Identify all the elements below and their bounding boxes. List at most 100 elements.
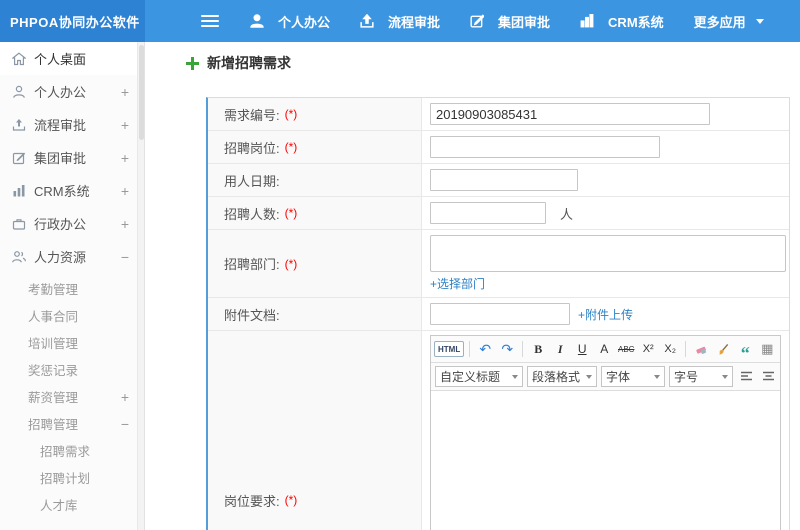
- align-left-icon[interactable]: [736, 367, 756, 387]
- attachment-input[interactable]: [430, 303, 570, 325]
- department-textarea[interactable]: [430, 235, 786, 272]
- editor-toolbar-row2: 自定义标题 段落格式 字体 字号: [431, 363, 780, 391]
- sidebar-item-salary[interactable]: 薪资管理 +: [0, 383, 144, 410]
- sidebar-item-label: 人力资源: [34, 250, 87, 265]
- workflow-upload-icon: [360, 14, 374, 28]
- sidebar-item-workflow-approval[interactable]: 流程审批 +: [0, 108, 144, 141]
- chevron-down-icon: [654, 374, 660, 379]
- subscript-button[interactable]: X₂: [660, 339, 680, 359]
- attachment-upload-link[interactable]: +附件上传: [578, 306, 633, 323]
- form-row-hire-date: 用人日期:: [208, 164, 789, 197]
- sidebar-item-talent-pool[interactable]: 人才库: [0, 491, 144, 518]
- nav-label: 流程审批: [388, 14, 441, 30]
- expand-toggle[interactable]: +: [121, 151, 129, 165]
- nav-more-apps[interactable]: 更多应用: [679, 0, 779, 42]
- expand-toggle[interactable]: +: [121, 184, 129, 198]
- page-title-text: 新增招聘需求: [207, 55, 291, 71]
- label-text: 需求编号:: [224, 107, 280, 123]
- nav-label: 个人办公: [278, 14, 331, 30]
- required-mark: (*): [284, 493, 298, 507]
- people-icon: [12, 250, 26, 264]
- bold-button[interactable]: B: [528, 339, 548, 359]
- expand-toggle[interactable]: +: [121, 390, 129, 404]
- edit-square-icon: [12, 151, 26, 165]
- source-code-button[interactable]: HTML: [434, 341, 465, 357]
- editor-toolbar-row1: HTML ↶ ↷ B I U A ABC X² X₂ “ ▦: [431, 336, 780, 363]
- position-input[interactable]: [430, 136, 660, 158]
- sidebar-item-attendance[interactable]: 考勤管理: [0, 275, 144, 302]
- sidebar-scrollbar[interactable]: [137, 42, 144, 530]
- sidebar-item-label: 奖惩记录: [28, 364, 79, 378]
- blockquote-icon[interactable]: “: [735, 339, 755, 362]
- sidebar-item-recruitment[interactable]: 招聘管理 −: [0, 410, 144, 437]
- font-style-button[interactable]: A: [594, 339, 614, 359]
- editor-content-area[interactable]: [431, 391, 780, 530]
- nav-crm-system[interactable]: CRM系统: [565, 0, 679, 42]
- sidebar-item-label: 人事合同: [28, 310, 79, 324]
- field-value: HTML ↶ ↷ B I U A ABC X² X₂ “ ▦ 自定义标题 段落格…: [422, 331, 789, 530]
- headcount-input[interactable]: [430, 202, 546, 224]
- dropdown-label: 字体: [606, 370, 631, 384]
- sidebar-item-human-resources[interactable]: 人力资源 −: [0, 240, 144, 273]
- sidebar-item-reward-punishment[interactable]: 奖惩记录: [0, 356, 144, 383]
- italic-button[interactable]: I: [550, 339, 570, 359]
- scrollbar-thumb[interactable]: [139, 45, 144, 140]
- align-center-icon[interactable]: [758, 367, 778, 387]
- rich-text-editor: HTML ↶ ↷ B I U A ABC X² X₂ “ ▦ 自定义标题 段落格…: [430, 335, 781, 530]
- nav-workflow-approval[interactable]: 流程审批: [345, 0, 455, 42]
- expand-toggle[interactable]: +: [121, 85, 129, 99]
- hire-date-input[interactable]: [430, 169, 578, 191]
- sidebar-item-recruitment-plan[interactable]: 招聘计划: [0, 464, 144, 491]
- font-size-dropdown[interactable]: 字号: [669, 366, 733, 387]
- demand-no-input[interactable]: [430, 103, 710, 125]
- undo-button[interactable]: ↶: [475, 339, 495, 359]
- field-value: [422, 98, 789, 130]
- person-icon: [12, 85, 26, 99]
- select-department-link[interactable]: +选择部门: [430, 275, 485, 292]
- nav-label: 更多应用: [693, 14, 746, 30]
- sidebar-item-label: 人才库: [40, 499, 78, 513]
- label-text: 招聘岗位:: [224, 140, 280, 156]
- hamburger-menu-icon[interactable]: [201, 12, 219, 30]
- remove-format-eraser-icon[interactable]: [691, 339, 711, 359]
- dropdown-label: 自定义标题: [440, 370, 501, 384]
- heading-dropdown[interactable]: 自定义标题: [435, 366, 523, 387]
- sidebar-item-label: 招聘需求: [40, 445, 91, 459]
- required-mark: (*): [284, 140, 298, 154]
- form-row-demand-no: 需求编号: (*): [208, 98, 789, 131]
- underline-button[interactable]: U: [572, 339, 592, 359]
- field-value: [422, 131, 789, 163]
- paragraph-format-dropdown[interactable]: 段落格式: [527, 366, 597, 387]
- main-content: 新增招聘需求 需求编号: (*) 招聘岗位: (*) 用人日期:: [146, 42, 800, 530]
- sidebar-item-group-approval[interactable]: 集团审批 +: [0, 141, 144, 174]
- sidebar-item-label: 招聘计划: [40, 472, 91, 486]
- nav-personal-office[interactable]: 个人办公: [235, 0, 345, 42]
- strikethrough-button[interactable]: ABC: [616, 339, 636, 359]
- redo-button[interactable]: ↷: [497, 339, 517, 359]
- nav-group-approval[interactable]: 集团审批: [455, 0, 565, 42]
- sidebar-item-recruitment-demand[interactable]: 招聘需求: [0, 437, 144, 464]
- form-row-position: 招聘岗位: (*): [208, 131, 789, 164]
- field-value: +选择部门: [422, 230, 789, 297]
- chevron-down-icon: [512, 374, 518, 379]
- field-label: 需求编号: (*): [208, 98, 422, 130]
- collapse-toggle[interactable]: −: [121, 417, 129, 431]
- format-brush-icon[interactable]: [713, 339, 733, 359]
- sidebar-item-personal-office[interactable]: 个人办公 +: [0, 75, 144, 108]
- field-value: +附件上传: [422, 298, 789, 330]
- expand-toggle[interactable]: +: [121, 217, 129, 231]
- toolbar-separator: [469, 341, 471, 357]
- sidebar-item-admin-office[interactable]: 行政办公 +: [0, 207, 144, 240]
- superscript-button[interactable]: X²: [638, 339, 658, 359]
- expand-toggle[interactable]: +: [121, 118, 129, 132]
- font-family-dropdown[interactable]: 字体: [601, 366, 665, 387]
- collapse-toggle[interactable]: −: [121, 250, 129, 264]
- plus-icon: [186, 56, 199, 70]
- insert-table-icon[interactable]: ▦: [757, 339, 777, 359]
- sidebar-item-training[interactable]: 培训管理: [0, 329, 144, 356]
- label-text: 附件文档:: [224, 307, 280, 323]
- sidebar-item-crm-system[interactable]: CRM系统 +: [0, 174, 144, 207]
- sidebar-item-personal-desktop[interactable]: 个人桌面: [0, 42, 144, 75]
- toolbar-separator: [685, 341, 687, 357]
- sidebar-item-personnel-contract[interactable]: 人事合同: [0, 302, 144, 329]
